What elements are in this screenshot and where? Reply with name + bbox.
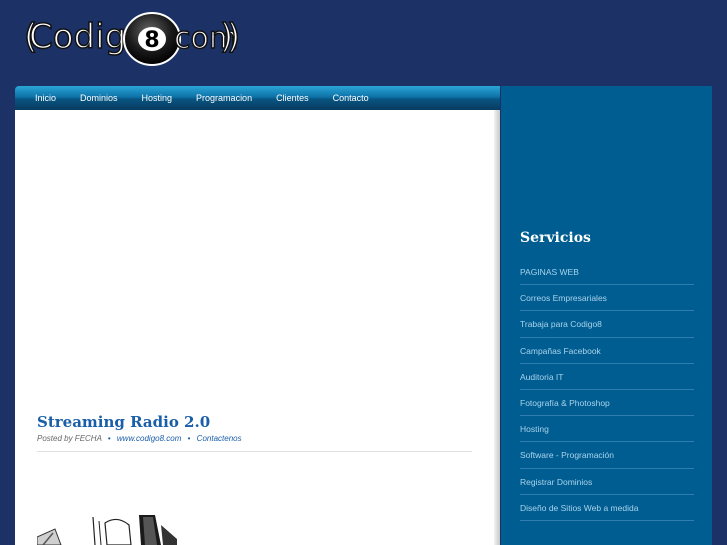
service-item-diseno[interactable]: Diseño de Sitios Web a medida — [520, 495, 694, 521]
service-item-auditoria[interactable]: Auditoria IT — [520, 364, 694, 390]
logo-digit: 8 — [144, 28, 159, 53]
post-title[interactable]: Streaming Radio 2.0 — [37, 413, 210, 431]
service-item-hosting[interactable]: Hosting — [520, 416, 694, 443]
nav-item-programacion[interactable]: Programacion — [184, 93, 264, 103]
services-list: PAGINAS WEB Correos Empresariales Trabaj… — [520, 259, 694, 521]
post-meta-separator: • — [187, 434, 191, 443]
service-item-correos[interactable]: Correos Empresariales — [520, 285, 694, 312]
post-meta: Posted by FECHA • www.codigo8.com • Cont… — [37, 434, 242, 443]
nav-item-dominios[interactable]: Dominios — [68, 93, 130, 103]
site-logo[interactable]: ( Codig 8 com ) ) — [24, 8, 238, 68]
services-sidebar: Servicios PAGINAS WEB Correos Empresaria… — [501, 86, 712, 545]
speaker-image-icon — [37, 515, 177, 545]
post-meta-separator: • — [107, 434, 111, 443]
nav-item-hosting[interactable]: Hosting — [130, 93, 185, 103]
service-item-fotografia[interactable]: Fotografía & Photoshop — [520, 390, 694, 417]
service-item-dominios[interactable]: Registrar Dominios — [520, 469, 694, 495]
nav-item-inicio[interactable]: Inicio — [23, 93, 68, 103]
service-item-trabaja[interactable]: Trabaja para Codigo8 — [520, 311, 694, 338]
service-item-paginas-web[interactable]: PAGINAS WEB — [520, 259, 694, 286]
sidebar-title: Servicios — [520, 230, 591, 246]
main-column: Inicio Dominios Hosting Programacion Cli… — [15, 86, 500, 545]
service-item-software[interactable]: Software - Programación — [520, 442, 694, 469]
logo-text-left: Codig — [29, 17, 126, 57]
post-meta-site-link[interactable]: www.codigo8.com — [117, 434, 181, 443]
service-item-facebook[interactable]: Campañas Facebook — [520, 338, 694, 364]
post-meta-posted: Posted by FECHA — [37, 434, 102, 443]
main-navbar: Inicio Dominios Hosting Programacion Cli… — [15, 86, 500, 110]
codigo8-logo-icon: ( Codig 8 com ) ) — [24, 12, 238, 66]
svg-text:): ) — [227, 17, 238, 57]
post-image — [37, 515, 187, 545]
post-divider — [37, 451, 472, 452]
nav-item-clientes[interactable]: Clientes — [264, 93, 321, 103]
post-meta-contact-link[interactable]: Contactenos — [197, 434, 242, 443]
nav-item-contacto[interactable]: Contacto — [321, 93, 381, 103]
content-area: Streaming Radio 2.0 Posted by FECHA • ww… — [15, 110, 500, 545]
